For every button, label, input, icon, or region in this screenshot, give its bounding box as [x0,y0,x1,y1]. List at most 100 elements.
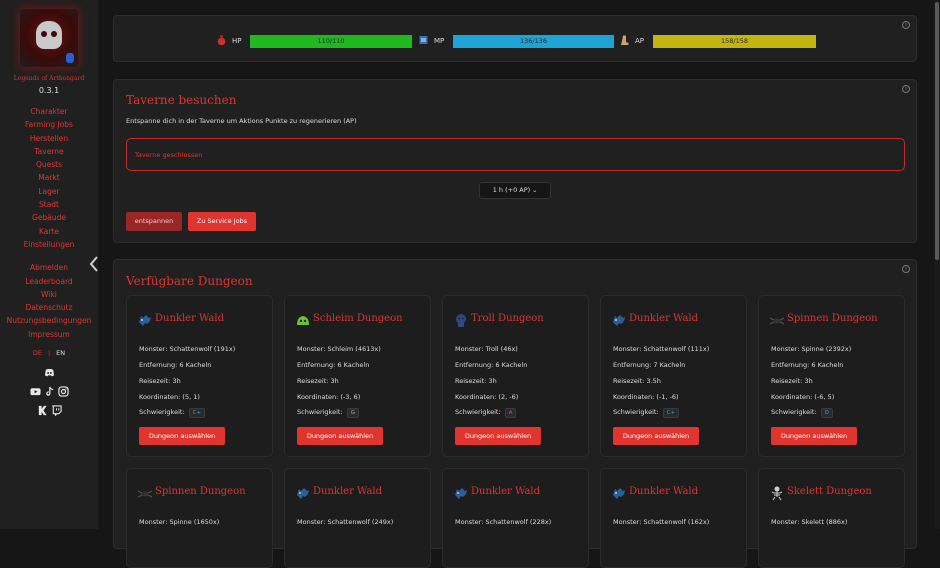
sidebar-item-herstellen[interactable]: Herstellen [0,132,98,145]
select-dungeon-button[interactable]: Dungeon auswählen [771,427,857,445]
dungeon-distance: Entfernung: 6 Kacheln [297,361,369,369]
sidebar-item-markt[interactable]: Markt [0,171,98,184]
wolf-icon [139,315,151,326]
dungeon-coordinates: Koordinaten: (5, 1) [139,393,200,401]
dungeon-distance: Entfernung: 6 Kacheln [139,361,211,369]
info-icon[interactable]: i [902,21,910,29]
language-switch: DE | EN [0,349,98,357]
sidebar-item-leaderboard[interactable]: Leaderboard [0,275,98,288]
dungeon-card: Dunkler Wald Monster: Schattenwolf (191x)… [126,295,273,457]
dungeons-panel: i Verfügbare Dungeon Dunkler Wald Monster… [113,259,917,568]
info-icon[interactable]: i [902,85,910,93]
travel-value: 3.5h [646,377,661,385]
kick-icon[interactable] [37,405,48,416]
dungeon-name: Dunkler Wald [313,486,383,497]
monster-value: Schattenwolf (162x) [643,518,710,526]
mp-bar: 136/136 [453,35,614,48]
sidebar-item-farming-jobs[interactable]: Farming Jobs [0,118,98,131]
dungeon-monster: Monster: Schattenwolf (249x) [297,518,393,526]
monster-label: Monster: [139,518,170,526]
spider-icon [769,317,785,325]
lang-en[interactable]: EN [56,349,65,357]
tiktok-icon[interactable] [44,386,55,397]
coords-value: (-1, -6) [656,393,679,401]
social-links [0,367,98,417]
sidebar-item-gebäude[interactable]: Gebäude [0,211,98,224]
skull-icon [36,21,62,49]
youtube-icon[interactable] [29,386,41,397]
select-dungeon-button[interactable]: Dungeon auswählen [455,427,541,445]
distance-value: 6 Kacheln [179,361,212,369]
distance-value: 7 Kacheln [653,361,686,369]
dungeon-card: Skelett Dungeon Monster: Skelett (886x) [758,468,905,568]
sidebar-item-karte[interactable]: Karte [0,225,98,238]
dungeon-card: Schleim Dungeon Monster: Schleim (4613x) E… [284,295,431,457]
travel-value: 3h [488,377,497,385]
select-dungeon-button[interactable]: Dungeon auswählen [139,427,225,445]
tavern-panel: i Taverne besuchen Entspanne dich in der… [113,79,917,243]
dungeon-travel-time: Reisezeit: 3h [771,377,813,385]
coords-value: (5, 1) [182,393,200,401]
sidebar-item-quests[interactable]: Quests [0,158,98,171]
monster-value: Troll (46x) [485,345,518,353]
hp-bar: 110/110 [250,35,412,48]
select-dungeon-button[interactable]: Dungeon auswählen [297,427,383,445]
dungeon-monster: Monster: Spinne (2392x) [771,345,851,353]
badge-icon [66,53,74,63]
dungeon-name: Skelett Dungeon [787,486,872,497]
lang-de[interactable]: DE [33,349,42,357]
service-jobs-button[interactable]: Zu Service Jobs [188,212,256,231]
monster-value: Spinne (1650x) [169,518,220,526]
distance-label: Entfernung: [455,361,496,369]
distance-value: 6 Kacheln [811,361,844,369]
discord-icon[interactable] [44,367,55,378]
sidebar: Legends of Arthengard 0.3.1 Charakter Far… [0,0,98,529]
sidebar-item-taverne[interactable]: Taverne [0,145,98,158]
distance-label: Entfernung: [771,361,812,369]
scrollbar-thumb[interactable] [935,2,939,260]
sidebar-item-abmelden[interactable]: Abmelden [0,261,98,274]
sidebar-item-datenschutz[interactable]: Datenschutz [0,301,98,314]
coords-label: Koordinaten: [139,393,183,401]
dungeon-monster: Monster: Schattenwolf (191x) [139,345,235,353]
monster-label: Monster: [455,518,486,526]
monster-value: Spinne (2392x) [801,345,852,353]
dungeon-difficulty: Schwierigkeit: A [455,408,517,418]
difficulty-badge: C+ [662,408,680,418]
twitch-icon[interactable] [51,405,62,417]
info-icon[interactable]: i [902,265,910,273]
page-scrollbar[interactable] [934,0,940,529]
dungeon-monster: Monster: Schattenwolf (228x) [455,518,551,526]
tavern-description: Entspanne dich in der Taverne um Aktions… [126,117,357,125]
game-logo[interactable] [20,9,78,67]
monster-label: Monster: [455,345,486,353]
relax-button[interactable]: entspannen [126,212,182,231]
select-dungeon-button[interactable]: Dungeon auswählen [613,427,699,445]
collapse-sidebar-icon[interactable] [89,256,99,272]
monster-label: Monster: [297,345,328,353]
dungeon-card: Spinnen Dungeon Monster: Spinne (1650x) [126,468,273,568]
monster-label: Monster: [297,518,328,526]
instagram-icon[interactable] [57,386,69,397]
sidebar-item-charakter[interactable]: Charakter [0,105,98,118]
sidebar-item-lager[interactable]: Lager [0,185,98,198]
stats-panel: i HP 110/110 MP 136/136 AP 158/158 [113,15,917,62]
duration-select[interactable]: 1 h (+0 AP) ⌄ [479,182,551,199]
dungeon-distance: Entfernung: 6 Kacheln [455,361,527,369]
monster-value: Schattenwolf (191x) [169,345,236,353]
dungeon-coordinates: Koordinaten: (-3, 6) [297,393,360,401]
dungeon-monster: Monster: Troll (46x) [455,345,518,353]
boot-icon [621,35,629,45]
monster-value: Schattenwolf (228x) [485,518,552,526]
secondary-nav: Abmelden Leaderboard Wiki Datenschutz Nutzun… [0,261,98,341]
sidebar-item-einstellungen[interactable]: Einstellungen [0,238,98,251]
sidebar-item-wiki[interactable]: Wiki [0,288,98,301]
sidebar-item-stadt[interactable]: Stadt [0,198,98,211]
dungeon-difficulty: Schwierigkeit: C+ [613,408,680,418]
dungeon-coordinates: Koordinaten: (-6, 5) [771,393,834,401]
sidebar-item-nutzungsbedingungen[interactable]: Nutzungsbedingungen [0,314,98,327]
difficulty-label: Schwierigkeit: [139,408,187,416]
ap-label: AP [635,37,645,45]
sidebar-item-impressum[interactable]: Impressum [0,328,98,341]
dungeon-travel-time: Reisezeit: 3.5h [613,377,661,385]
